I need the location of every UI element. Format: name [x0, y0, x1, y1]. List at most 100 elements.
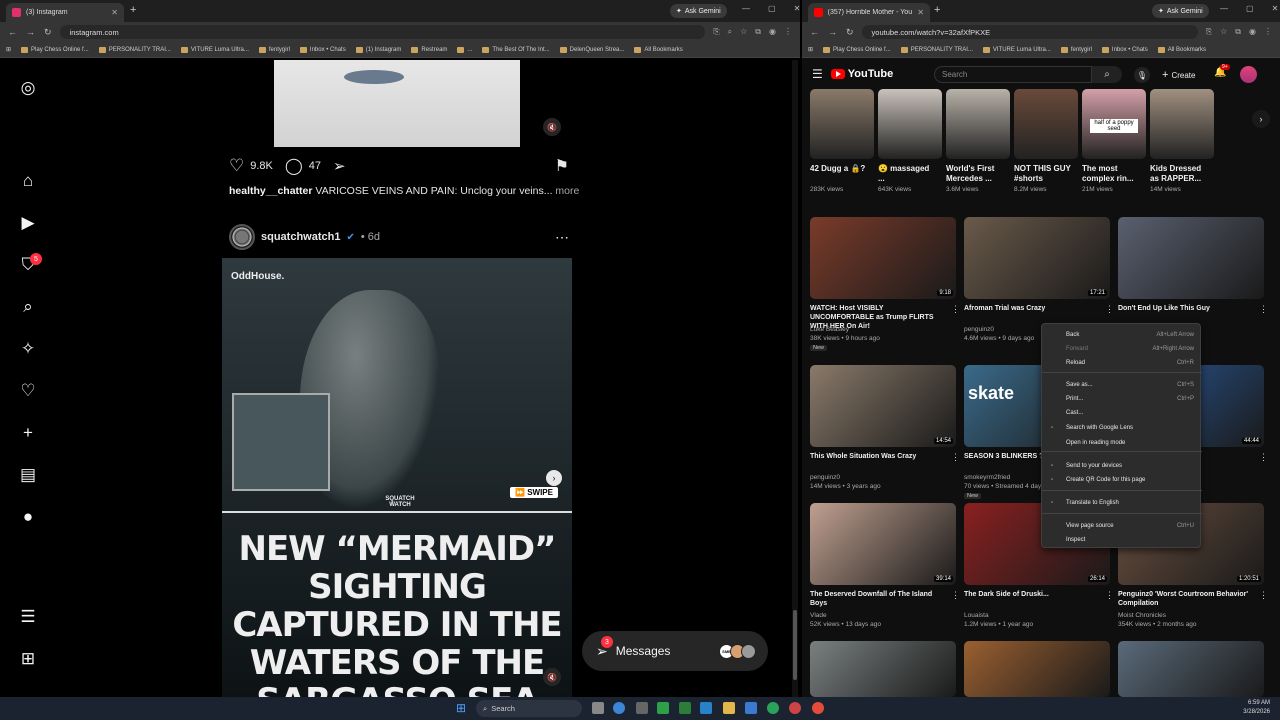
apps-icon[interactable]: ⊞: [808, 46, 813, 53]
video-thumbnail[interactable]: 17:21: [964, 217, 1110, 299]
video-title[interactable]: Don't End Up Like This Guy: [1118, 304, 1254, 313]
video-title[interactable]: This Whole Situation Was Crazy: [810, 452, 946, 461]
reload-icon[interactable]: ↻: [846, 27, 854, 38]
like-icon[interactable]: ♡: [229, 156, 244, 176]
reels-icon[interactable]: ▶: [18, 213, 38, 233]
avatar[interactable]: [229, 224, 255, 250]
app-icon[interactable]: [745, 702, 757, 714]
profile-icon[interactable]: ◉: [769, 27, 776, 37]
post-username[interactable]: squatchwatch1: [261, 231, 340, 243]
video-options-icon[interactable]: ⋮: [1259, 304, 1268, 315]
also-from-meta-icon[interactable]: ⊞: [18, 649, 38, 669]
video-options-icon[interactable]: ⋮: [1105, 304, 1114, 315]
video-thumbnail[interactable]: 39:14: [810, 503, 956, 585]
mute-icon[interactable]: 🔇: [543, 668, 561, 686]
ask-gemini-button[interactable]: ✦ Ask Gemini: [1152, 4, 1209, 18]
bookmark-item[interactable]: PERSONALITY TRAI...: [98, 46, 171, 53]
context-menu-item[interactable]: ▫ Translate to English: [1042, 497, 1202, 509]
video-title[interactable]: Penguinz0 'Worst Courtroom Behavior' Com…: [1118, 590, 1254, 608]
yt-url-field[interactable]: youtube.com/watch?v=32afXfPKXE: [861, 25, 1198, 39]
video-title[interactable]: The Deserved Downfall of The Island Boys: [810, 590, 946, 608]
bookmark-item[interactable]: VITURE Luma Ultra...: [982, 46, 1051, 53]
create-icon[interactable]: +: [18, 423, 38, 443]
video-thumbnail[interactable]: [1118, 217, 1264, 299]
video-options-icon[interactable]: ⋮: [1259, 590, 1268, 601]
search-input[interactable]: Search: [934, 66, 1092, 83]
file-explorer-icon[interactable]: [723, 702, 735, 714]
next-slide-icon[interactable]: ›: [546, 470, 562, 486]
context-menu-item[interactable]: ▫ Send to your devices: [1042, 460, 1202, 472]
tab-instagram[interactable]: (3) Instagram ✕: [6, 3, 124, 22]
new-tab-icon[interactable]: +: [934, 4, 940, 16]
short-thumbnail[interactable]: [810, 89, 874, 159]
context-menu-item[interactable]: Cast...: [1042, 407, 1202, 419]
back-icon[interactable]: ←: [8, 27, 17, 38]
settings-icon[interactable]: [636, 702, 648, 714]
short-title[interactable]: NOT THIS GUY #shorts: [1014, 164, 1074, 184]
bookmark-item[interactable]: DelenQueen Strea...: [559, 46, 624, 53]
video-thumbnail[interactable]: [1118, 641, 1264, 697]
start-icon[interactable]: ⊞: [456, 701, 466, 715]
close-tab-icon[interactable]: ✕: [917, 8, 924, 17]
video-thumbnail[interactable]: [810, 641, 956, 697]
bookmark-item[interactable]: Play Chess Online f...: [21, 46, 89, 53]
more-menu-icon[interactable]: ☰: [18, 607, 38, 627]
short-title[interactable]: Kids Dressed as RAPPER...: [1150, 164, 1210, 184]
short-thumbnail[interactable]: [1150, 89, 1214, 159]
ask-gemini-button[interactable]: ✦ Ask Gemini: [670, 4, 727, 18]
context-menu-item[interactable]: Save as... Ctrl+S: [1042, 379, 1202, 391]
post1-media[interactable]: [222, 60, 572, 147]
task-view-icon[interactable]: [592, 702, 604, 714]
instagram-logo-icon[interactable]: ◎: [18, 78, 38, 98]
bookmark-item[interactable]: VITURE Luma Ultra...: [180, 46, 249, 53]
app-icon[interactable]: [657, 702, 669, 714]
video-options-icon[interactable]: ⋮: [1259, 452, 1268, 463]
bookmark-item[interactable]: Restream: [411, 46, 447, 53]
bookmark-item[interactable]: The Best Of The Int...: [482, 46, 550, 53]
app-icon[interactable]: [679, 702, 691, 714]
short-title[interactable]: World's First Mercedes ...: [946, 164, 1006, 184]
comment-icon[interactable]: ◯: [285, 156, 303, 176]
maximize-icon[interactable]: ▢: [768, 4, 776, 13]
short-thumbnail[interactable]: half of a poppy seed: [1082, 89, 1146, 159]
context-menu-item[interactable]: ▫ Create QR Code for this page: [1042, 474, 1202, 486]
hamburger-icon[interactable]: ☰: [812, 67, 823, 81]
install-icon[interactable]: ⎘: [1206, 27, 1212, 37]
short-thumbnail[interactable]: [946, 89, 1010, 159]
maximize-icon[interactable]: ▢: [1246, 4, 1254, 13]
short-title[interactable]: 42 Dugg a 🔒?: [810, 164, 870, 174]
video-thumbnail[interactable]: 14:54: [810, 365, 956, 447]
messages-button[interactable]: ➢ 3 Messages SME: [582, 631, 768, 671]
context-menu-item[interactable]: Reload Ctrl+R: [1042, 357, 1202, 369]
apps-icon[interactable]: ⊞: [6, 46, 11, 53]
short-thumbnail[interactable]: [878, 89, 942, 159]
heart-icon[interactable]: ♡: [18, 381, 38, 401]
video-options-icon[interactable]: ⋮: [951, 590, 960, 601]
more-link[interactable]: more: [555, 185, 579, 197]
bookmark-item[interactable]: Inbox • Chats: [1101, 46, 1148, 53]
scrollbar-thumb[interactable]: [793, 610, 797, 680]
video-channel[interactable]: Louaista: [964, 611, 1104, 620]
bookmark-item[interactable]: Play Chess Online f...: [823, 46, 891, 53]
create-button[interactable]: + Create: [1162, 67, 1195, 83]
install-icon[interactable]: ⎘: [713, 27, 719, 37]
more-options-icon[interactable]: ⋯: [555, 229, 569, 246]
tab-youtube[interactable]: (357) Horrible Mother - YouTub ✕: [808, 3, 930, 22]
context-menu-item[interactable]: Forward Alt+Right Arrow: [1042, 343, 1202, 355]
account-avatar[interactable]: [1240, 66, 1257, 83]
context-menu-item[interactable]: ▫ Search with Google Lens: [1042, 422, 1202, 434]
extensions-icon[interactable]: ⧉: [1235, 27, 1241, 37]
close-window-icon[interactable]: ✕: [794, 4, 800, 13]
profile-icon[interactable]: ◉: [1249, 27, 1256, 37]
context-menu-item[interactable]: Print... Ctrl+P: [1042, 393, 1202, 405]
video-thumbnail[interactable]: [964, 641, 1110, 697]
ig-url-field[interactable]: instagram.com: [59, 25, 706, 39]
steam-icon[interactable]: [700, 702, 712, 714]
context-menu-item[interactable]: Back Alt+Left Arrow: [1042, 329, 1202, 341]
mute-icon[interactable]: 🔇: [543, 118, 561, 136]
new-tab-icon[interactable]: +: [130, 4, 136, 16]
zoom-icon[interactable]: ⌕: [728, 27, 732, 37]
save-icon[interactable]: ⚑: [555, 156, 569, 176]
short-title[interactable]: 😮 massaged ...: [878, 164, 938, 184]
close-window-icon[interactable]: ✕: [1272, 4, 1279, 13]
